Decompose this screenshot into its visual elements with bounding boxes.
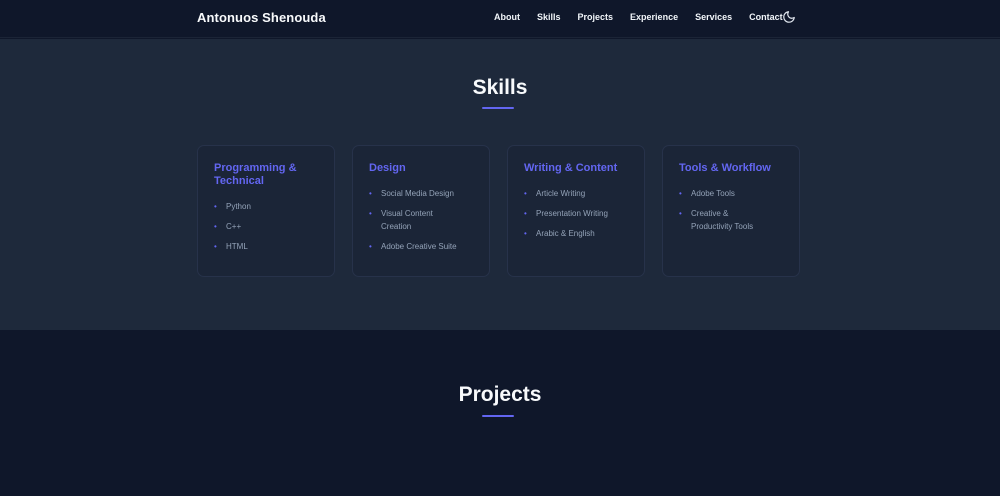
projects-heading: Projects (458, 383, 542, 406)
skill-item: HTML (214, 240, 320, 253)
skills-heading: Skills (472, 76, 528, 99)
nav-link-skills[interactable]: Skills (537, 12, 561, 22)
nav-link-projects[interactable]: Projects (578, 12, 614, 22)
nav-link-services[interactable]: Services (695, 12, 732, 22)
main-nav: About Skills Projects Experience Service… (494, 12, 800, 22)
moon-icon[interactable] (782, 10, 796, 24)
skill-item: Presentation Writing (524, 207, 630, 220)
skill-card-title: Writing & Content (524, 162, 618, 174)
skill-item: Adobe Creative Suite (369, 240, 475, 253)
skill-card-design: Design Social Media Design Visual Conten… (352, 145, 490, 277)
skills-heading-underline (482, 107, 514, 109)
skill-list: Python C++ HTML (214, 200, 320, 253)
skill-item: Article Writing (524, 187, 630, 200)
skill-card-title: Programming & Technical (214, 162, 297, 187)
skill-item: Creative & Productivity Tools (679, 207, 769, 233)
skill-list: Article Writing Presentation Writing Ara… (524, 187, 630, 240)
nav-link-contact[interactable]: Contact (749, 12, 783, 22)
skill-card-title: Tools & Workflow (679, 162, 771, 174)
skill-card-programming: Programming & Technical Python C++ HTML (197, 145, 335, 277)
nav-link-experience[interactable]: Experience (630, 12, 678, 22)
nav-link-about[interactable]: About (494, 12, 520, 22)
skill-card-writing: Writing & Content Article Writing Presen… (507, 145, 645, 277)
projects-section (0, 330, 1000, 496)
skill-list: Adobe Tools Creative & Productivity Tool… (679, 187, 785, 233)
projects-heading-underline (482, 415, 514, 417)
skill-card-tools: Tools & Workflow Adobe Tools Creative & … (662, 145, 800, 277)
skill-card-title: Design (369, 162, 406, 174)
skill-item: Adobe Tools (679, 187, 785, 200)
skill-item: Arabic & English (524, 227, 630, 240)
skill-item: Python (214, 200, 320, 213)
skill-item: Social Media Design (369, 187, 475, 200)
skill-item: C++ (214, 220, 320, 233)
skill-list: Social Media Design Visual Content Creat… (369, 187, 475, 253)
top-navbar: Antonuos Shenouda About Skills Projects … (0, 0, 1000, 38)
skill-item: Visual Content Creation (369, 207, 459, 233)
site-brand[interactable]: Antonuos Shenouda (197, 10, 326, 25)
